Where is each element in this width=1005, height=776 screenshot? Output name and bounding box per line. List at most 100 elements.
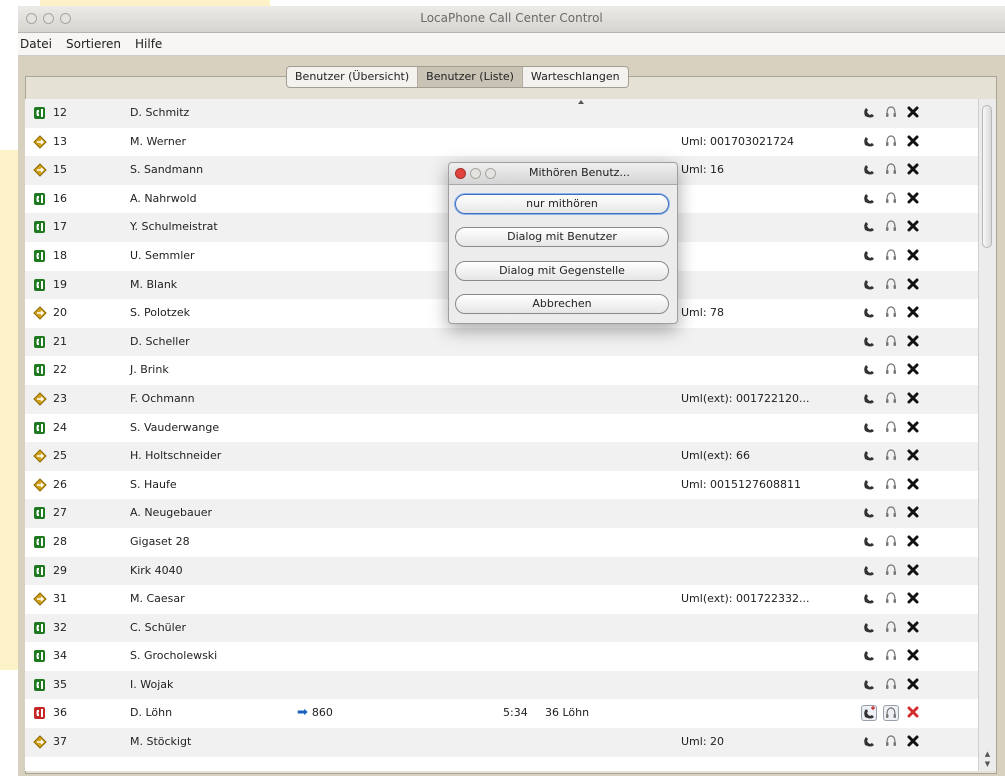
handset-icon[interactable] [861, 420, 877, 436]
delete-icon[interactable] [905, 648, 921, 664]
listen-icon[interactable] [883, 448, 899, 464]
table-row[interactable]: 29 Kirk 4040 [25, 556, 978, 586]
handset-icon[interactable] [861, 591, 877, 607]
listen-icon[interactable] [883, 705, 899, 722]
delete-icon[interactable] [905, 705, 921, 721]
delete-icon[interactable] [905, 620, 921, 636]
listen-icon[interactable] [883, 534, 899, 550]
listen-icon[interactable] [883, 391, 899, 407]
scroll-down-button[interactable]: ▼ [981, 759, 994, 769]
delete-icon[interactable] [905, 534, 921, 550]
delete-icon[interactable] [905, 362, 921, 378]
delete-icon[interactable] [905, 134, 921, 150]
sort-indicator-icon[interactable] [578, 100, 584, 104]
listen-icon[interactable] [883, 420, 899, 436]
listen-icon[interactable] [883, 620, 899, 636]
handset-icon[interactable] [861, 563, 877, 579]
handset-icon[interactable] [861, 191, 877, 207]
scroll-up-button[interactable]: ▲ [981, 749, 994, 759]
handset-icon[interactable] [861, 677, 877, 693]
table-row[interactable]: 31 M. Caesar Uml(ext): 001722332... [25, 585, 978, 614]
delete-icon[interactable] [905, 734, 921, 750]
delete-icon[interactable] [905, 219, 921, 235]
handset-icon[interactable] [861, 277, 877, 293]
handset-icon[interactable] [861, 648, 877, 664]
menu-datei[interactable]: Datei [20, 37, 52, 51]
table-row[interactable]: 25 H. Holtschneider Uml(ext): 66 [25, 442, 978, 471]
listen-icon[interactable] [883, 477, 899, 493]
delete-icon[interactable] [905, 105, 921, 121]
listen-icon[interactable] [883, 305, 899, 321]
listen-icon[interactable] [883, 219, 899, 235]
listen-icon[interactable] [883, 591, 899, 607]
listen-icon[interactable] [883, 505, 899, 521]
handset-icon[interactable] [861, 219, 877, 235]
listen-icon[interactable] [883, 134, 899, 150]
delete-icon[interactable] [905, 391, 921, 407]
handset-icon[interactable] [861, 162, 877, 178]
table-row[interactable]: 24 S. Vauderwange [25, 413, 978, 443]
table-row[interactable]: 27 A. Neugebauer [25, 499, 978, 528]
table-row[interactable]: 36 D. Löhn 5:34 36 Löhn ➡ 860 [25, 699, 978, 729]
handset-icon[interactable] [861, 505, 877, 521]
dialog-zoom-button[interactable] [485, 168, 496, 179]
listen-icon[interactable] [883, 277, 899, 293]
handset-icon[interactable] [861, 448, 877, 464]
table-row[interactable]: 32 C. Schüler [25, 613, 978, 643]
table-row[interactable]: 37 M. Stöckigt Uml: 20 [25, 728, 978, 757]
delete-icon[interactable] [905, 248, 921, 264]
delete-icon[interactable] [905, 677, 921, 693]
scrollbar-thumb[interactable] [982, 105, 992, 248]
delete-icon[interactable] [905, 505, 921, 521]
tab-benutzer-liste[interactable]: Benutzer (Liste) [418, 67, 523, 87]
table-row[interactable]: 23 F. Ochmann Uml(ext): 001722120... [25, 384, 978, 414]
table-row[interactable]: 26 S. Haufe Uml: 0015127608811 [25, 470, 978, 500]
delete-icon[interactable] [905, 420, 921, 436]
dialog-mit-gegenstelle-button[interactable]: Dialog mit Gegenstelle [455, 261, 669, 281]
table-row[interactable]: 35 I. Wojak [25, 670, 978, 700]
tab-benutzer-uebersicht[interactable]: Benutzer (Übersicht) [287, 67, 419, 87]
table-row[interactable]: 34 S. Grocholewski [25, 642, 978, 671]
vertical-scrollbar[interactable]: ▲ ▼ [978, 99, 996, 771]
handset-icon[interactable] [861, 134, 877, 150]
delete-icon[interactable] [905, 563, 921, 579]
handset-icon[interactable] [861, 334, 877, 350]
handset-icon[interactable] [861, 362, 877, 378]
listen-icon[interactable] [883, 105, 899, 121]
handset-icon[interactable] [861, 734, 877, 750]
listen-icon[interactable] [883, 648, 899, 664]
tab-warteschlangen[interactable]: Warteschlangen [523, 67, 628, 87]
handset-icon[interactable] [861, 105, 877, 121]
handset-icon[interactable] [861, 477, 877, 493]
abbrechen-button[interactable]: Abbrechen [455, 294, 669, 314]
handset-icon[interactable] [861, 534, 877, 550]
delete-icon[interactable] [905, 591, 921, 607]
handset-icon[interactable] [861, 705, 877, 722]
table-row[interactable]: 12 D. Schmitz [25, 99, 978, 128]
dialog-mit-benutzer-button[interactable]: Dialog mit Benutzer [455, 227, 669, 247]
listen-icon[interactable] [883, 677, 899, 693]
delete-icon[interactable] [905, 448, 921, 464]
listen-icon[interactable] [883, 734, 899, 750]
table-row[interactable]: 21 D. Scheller [25, 327, 978, 357]
listen-icon[interactable] [883, 248, 899, 264]
dialog-minimize-button[interactable] [470, 168, 481, 179]
menu-hilfe[interactable]: Hilfe [135, 37, 162, 51]
delete-icon[interactable] [905, 162, 921, 178]
menu-sortieren[interactable]: Sortieren [66, 37, 121, 51]
nur-mithoeren-button[interactable]: nur mithören [455, 194, 669, 214]
listen-icon[interactable] [883, 362, 899, 378]
delete-icon[interactable] [905, 334, 921, 350]
listen-icon[interactable] [883, 563, 899, 579]
listen-icon[interactable] [883, 162, 899, 178]
table-row[interactable]: 28 Gigaset 28 [25, 527, 978, 557]
handset-icon[interactable] [861, 391, 877, 407]
delete-icon[interactable] [905, 277, 921, 293]
dialog-close-button[interactable] [455, 168, 466, 179]
table-row[interactable]: 22 J. Brink [25, 356, 978, 385]
delete-icon[interactable] [905, 305, 921, 321]
listen-icon[interactable] [883, 191, 899, 207]
table-row[interactable]: 13 M. Werner Uml: 001703021724 [25, 127, 978, 157]
listen-icon[interactable] [883, 334, 899, 350]
delete-icon[interactable] [905, 477, 921, 493]
